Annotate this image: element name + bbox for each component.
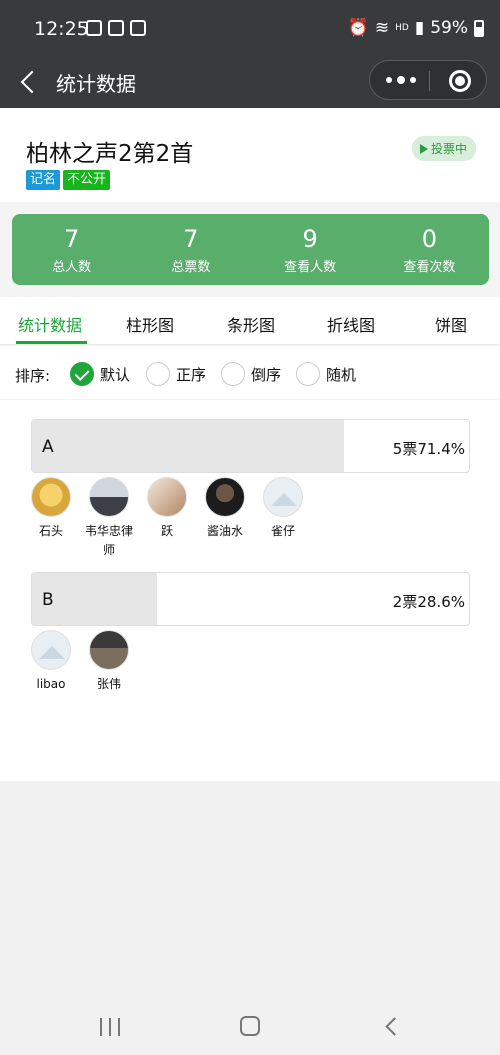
avatar [89, 477, 129, 517]
option-count: 2票28.6% [392, 593, 465, 611]
notification-icons [86, 20, 146, 36]
wifi-icon: ≋ [374, 18, 390, 38]
stat-value: 0 [421, 225, 438, 253]
stats-card: 7 总人数 7 总票数 9 查看人数 0 查看次数 [12, 214, 489, 285]
sort-option-label: 倒序 [251, 365, 282, 384]
avatar [31, 477, 71, 517]
gallery-icon [86, 20, 102, 36]
voter-name: 雀仔 [270, 524, 295, 538]
sort-bar: 排序: 默认 正序 倒序 随机 [0, 346, 500, 400]
sort-option-default[interactable]: 默认 [70, 362, 130, 386]
poll-status-label: 投票中 [430, 142, 467, 156]
status-time: 12:25 [34, 18, 89, 40]
capsule-divider [429, 71, 430, 91]
page-title: 统计数据 [56, 72, 136, 96]
stat-label: 总人数 [52, 260, 92, 275]
stat-total-people: 7 总人数 [12, 214, 131, 285]
option-b-voters: libao 张伟 [22, 630, 138, 694]
battery-percent: 59% [430, 18, 468, 38]
alarm-icon: ⏰ [347, 18, 369, 38]
poll-header: 柏林之声2第2首 记名 不公开 投票中 [0, 108, 500, 202]
stats-section: 7 总人数 7 总票数 9 查看人数 0 查看次数 [0, 202, 500, 297]
badge-named: 记名 [26, 170, 61, 190]
hd-indicator: HD [395, 23, 409, 33]
stat-label: 总票数 [171, 260, 211, 275]
stat-total-votes: 7 总票数 [131, 214, 250, 285]
results-list: A 5票71.4% 石头 韦华忠律师 跃 酱油水 雀仔 B 2票28.6% li… [0, 400, 500, 781]
app-icon [108, 20, 124, 36]
option-a-voters: 石头 韦华忠律师 跃 酱油水 雀仔 [22, 477, 312, 560]
poll-title: 柏林之声2第2首 [26, 141, 194, 167]
avatar [205, 477, 245, 517]
radio-icon [221, 362, 245, 386]
tab-bar-chart[interactable]: 条形图 [227, 312, 275, 336]
system-back-icon[interactable] [383, 1018, 399, 1034]
option-label: A [42, 437, 54, 457]
voter[interactable]: 张伟 [80, 630, 138, 694]
sort-option-random[interactable]: 随机 [296, 362, 356, 386]
voter[interactable]: 雀仔 [254, 477, 312, 560]
voter[interactable]: 韦华忠律师 [80, 477, 138, 560]
battery-icon [474, 19, 484, 37]
sort-option-desc[interactable]: 倒序 [221, 362, 281, 386]
recent-apps-icon[interactable] [100, 1018, 120, 1036]
avatar [147, 477, 187, 517]
voter-name: libao [36, 677, 66, 691]
voter[interactable]: 跃 [138, 477, 196, 560]
video-icon [130, 20, 146, 36]
avatar [89, 630, 129, 670]
back-button[interactable] [18, 68, 42, 98]
stat-viewers: 9 查看人数 [251, 214, 370, 285]
avatar [263, 477, 303, 517]
radio-icon [146, 362, 170, 386]
sort-label: 排序: [15, 367, 51, 385]
system-nav-bar [0, 1000, 500, 1055]
radio-icon [296, 362, 320, 386]
avatar [31, 630, 71, 670]
status-bar: 12:25 ⏰ ≋ HD ▮ 59% [0, 0, 500, 58]
voter-name: 酱油水 [206, 524, 243, 538]
tab-bar: 统计数据 柱形图 条形图 折线图 饼图 [0, 297, 500, 345]
status-right: ⏰ ≋ HD ▮ 59% [348, 18, 484, 38]
stat-views: 0 查看次数 [370, 214, 489, 285]
radio-checked-icon [70, 362, 94, 386]
voter-name: 石头 [38, 524, 63, 538]
stat-label: 查看次数 [403, 260, 456, 275]
voter-name: 张伟 [96, 677, 121, 691]
voter[interactable]: 石头 [22, 477, 80, 560]
stat-value: 9 [302, 225, 318, 253]
poll-badges: 记名 不公开 [26, 170, 111, 190]
stat-value: 7 [63, 225, 80, 253]
active-tab-indicator [16, 341, 87, 344]
signal-icon: ▮ [414, 18, 425, 38]
poll-status-badge: 投票中 [411, 136, 476, 161]
sort-option-label: 正序 [176, 365, 207, 384]
sort-option-label: 默认 [100, 365, 131, 384]
option-bar-a: A 5票71.4% [31, 419, 470, 473]
voter[interactable]: 酱油水 [196, 477, 254, 560]
sort-option-label: 随机 [326, 365, 357, 384]
nav-bar: 统计数据 [0, 58, 500, 108]
option-label: B [42, 590, 54, 610]
voter-name: 韦华忠律师 [84, 524, 133, 557]
close-miniprogram-icon[interactable] [449, 70, 471, 92]
voter-name: 跃 [160, 524, 173, 538]
option-bar-b: B 2票28.6% [31, 572, 470, 626]
home-icon[interactable] [240, 1016, 260, 1036]
tab-statistics[interactable]: 统计数据 [18, 312, 82, 336]
tab-line-chart[interactable]: 折线图 [327, 312, 375, 336]
top-bar: 12:25 ⏰ ≋ HD ▮ 59% 统计数据 [0, 0, 500, 108]
play-icon [419, 144, 428, 154]
option-count: 5票71.4% [392, 440, 465, 458]
badge-private: 不公开 [63, 170, 111, 190]
more-icon[interactable] [386, 74, 416, 86]
voter[interactable]: libao [22, 630, 80, 694]
sort-option-asc[interactable]: 正序 [146, 362, 206, 386]
tab-column-chart[interactable]: 柱形图 [126, 312, 174, 336]
option-fill [32, 420, 345, 472]
tab-pie-chart[interactable]: 饼图 [435, 312, 467, 336]
stat-label: 查看人数 [284, 260, 337, 275]
miniprogram-capsule [369, 60, 487, 100]
stat-value: 7 [183, 225, 199, 253]
